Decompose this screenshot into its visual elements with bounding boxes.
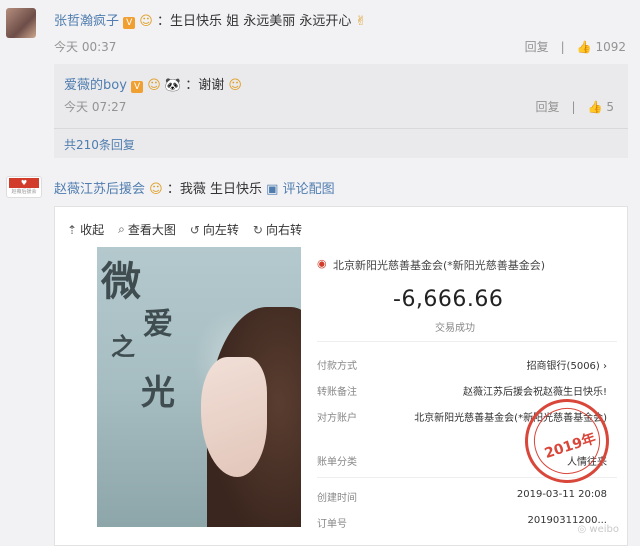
emoji-icon: ☺ — [147, 78, 161, 93]
username-link[interactable]: 赵薇江苏后援会 — [54, 182, 145, 197]
row-value: 赵薇江苏后援会祝赵薇生日快乐! — [462, 387, 607, 398]
like-count: 5 — [606, 99, 614, 114]
rotate-left-icon: ↺ — [189, 222, 200, 237]
timestamp: 今天 00:37 — [54, 40, 117, 54]
receipt-org: 北京新阳光慈善基金会(*新阳光慈善基金会) — [333, 259, 546, 272]
poster-calligraphy: 光 — [141, 373, 175, 413]
thumbs-up-icon: 👍 — [576, 39, 592, 54]
image-link-label: 评论配图 — [282, 182, 335, 197]
emoji-icon: ☺ — [149, 182, 163, 197]
comment-header: 张哲瀚疯子 V ☺ ：生日快乐 姐 永远美丽 永远开心 ✌ — [54, 10, 366, 29]
row-label: 订单号 — [317, 519, 347, 530]
row-label: 付款方式 — [317, 361, 357, 372]
payment-receipt: ◉ 北京新阳光慈善基金会(*新阳光慈善基金会) -6,666.66 交易成功 付… — [317, 247, 620, 537]
more-replies-link[interactable]: 共210条回复 — [64, 136, 135, 153]
row-value: 招商银行(5006) › — [526, 361, 607, 372]
reply-actions: 回复 | 👍 5 — [536, 98, 614, 115]
receipt-status: 交易成功 — [435, 323, 475, 334]
avatar[interactable]: ♥ 赵薇后援会 — [6, 176, 42, 198]
row-label: 对方账户 — [317, 413, 357, 424]
view-large-label: 查看大图 — [127, 223, 176, 237]
timestamp: 今天 07:27 — [64, 100, 127, 114]
comment-text: ：我薇 生日快乐 — [166, 182, 262, 197]
receipt-amount: -6,666.66 — [393, 287, 504, 312]
weibo-watermark: ◎ weibo — [577, 524, 619, 535]
emoji-icon: ☺ — [139, 14, 153, 29]
viewer-toolbar: ⇡ 收起 ⌕ 查看大图 ↺ 向左转 ↻ 向右转 — [67, 221, 302, 238]
rotate-left-button[interactable]: ↺ 向左转 — [190, 221, 239, 238]
search-icon: ⌕ — [118, 222, 125, 236]
red-stamp: 2019年 — [514, 388, 620, 494]
row-label: 转账备注 — [317, 387, 357, 398]
like-button[interactable]: 👍 1092 — [577, 40, 626, 54]
poster-calligraphy: 之 — [111, 332, 135, 361]
image-viewer: ⇡ 收起 ⌕ 查看大图 ↺ 向左转 ↻ 向右转 微 爱 之 光 ◉ 北京新阳光慈… — [54, 206, 628, 546]
rotate-right-label: 向右转 — [265, 223, 302, 237]
poster-calligraphy: 微 — [101, 258, 141, 305]
rotate-right-icon: ↻ — [252, 222, 263, 237]
username-link[interactable]: 张哲瀚疯子 — [54, 14, 119, 29]
arrow-up-icon: ⇡ — [67, 222, 78, 237]
image-link[interactable]: ▣ 评论配图 — [266, 182, 334, 197]
like-button[interactable]: 👍 5 — [588, 100, 614, 114]
view-large-button[interactable]: ⌕ 查看大图 — [118, 221, 176, 238]
image-icon: ▣ — [266, 182, 279, 197]
panda-icon: 🐼 — [164, 78, 182, 93]
username-link[interactable]: 爱薇的boy — [64, 78, 127, 93]
rotate-right-button[interactable]: ↻ 向右转 — [253, 221, 302, 238]
avatar-logo: ♥ — [9, 178, 39, 188]
collapse-button[interactable]: ⇡ 收起 — [67, 221, 104, 238]
comment-header: 赵薇江苏后援会 ☺ ：我薇 生日快乐 ▣ 评论配图 — [54, 178, 335, 197]
reply-block: 爱薇的boy V ☺ 🐼 ：谢谢 ☺ 今天 07:27 回复 | 👍 5 共21… — [54, 64, 628, 158]
row-value: 2019-03-11 20:08 — [516, 489, 607, 500]
verified-icon: V — [123, 17, 136, 29]
divider — [317, 341, 617, 342]
thumbs-up-icon: 👍 — [587, 99, 603, 114]
avatar[interactable] — [6, 8, 36, 38]
like-count: 1092 — [595, 39, 626, 54]
reply-header: 爱薇的boy V ☺ 🐼 ：谢谢 ☺ — [64, 74, 242, 93]
hand-emoji-icon: ✌ — [355, 14, 367, 29]
laugh-emoji-icon: ☺ — [228, 78, 242, 93]
org-logo-icon: ◉ — [317, 257, 327, 270]
divider: | — [571, 99, 576, 114]
divider — [54, 128, 628, 129]
row-label: 创建时间 — [317, 493, 357, 504]
comment-text: ：生日快乐 姐 永远美丽 永远开心 — [157, 14, 352, 29]
collapse-label: 收起 — [80, 223, 105, 237]
verified-icon: V — [131, 81, 144, 93]
poster-image[interactable]: 微 爱 之 光 — [97, 247, 301, 527]
avatar-caption: 赵薇后援会 — [11, 189, 37, 195]
reply-text: ：谢谢 — [185, 78, 225, 93]
reply-button[interactable]: 回复 — [525, 38, 549, 55]
reply-button[interactable]: 回复 — [536, 98, 560, 115]
rotate-left-label: 向左转 — [202, 223, 239, 237]
poster-calligraphy: 爱 — [143, 307, 173, 342]
comment-actions: 回复 | 👍 1092 — [525, 38, 626, 55]
divider: | — [560, 39, 565, 54]
row-label: 账单分类 — [317, 457, 357, 468]
